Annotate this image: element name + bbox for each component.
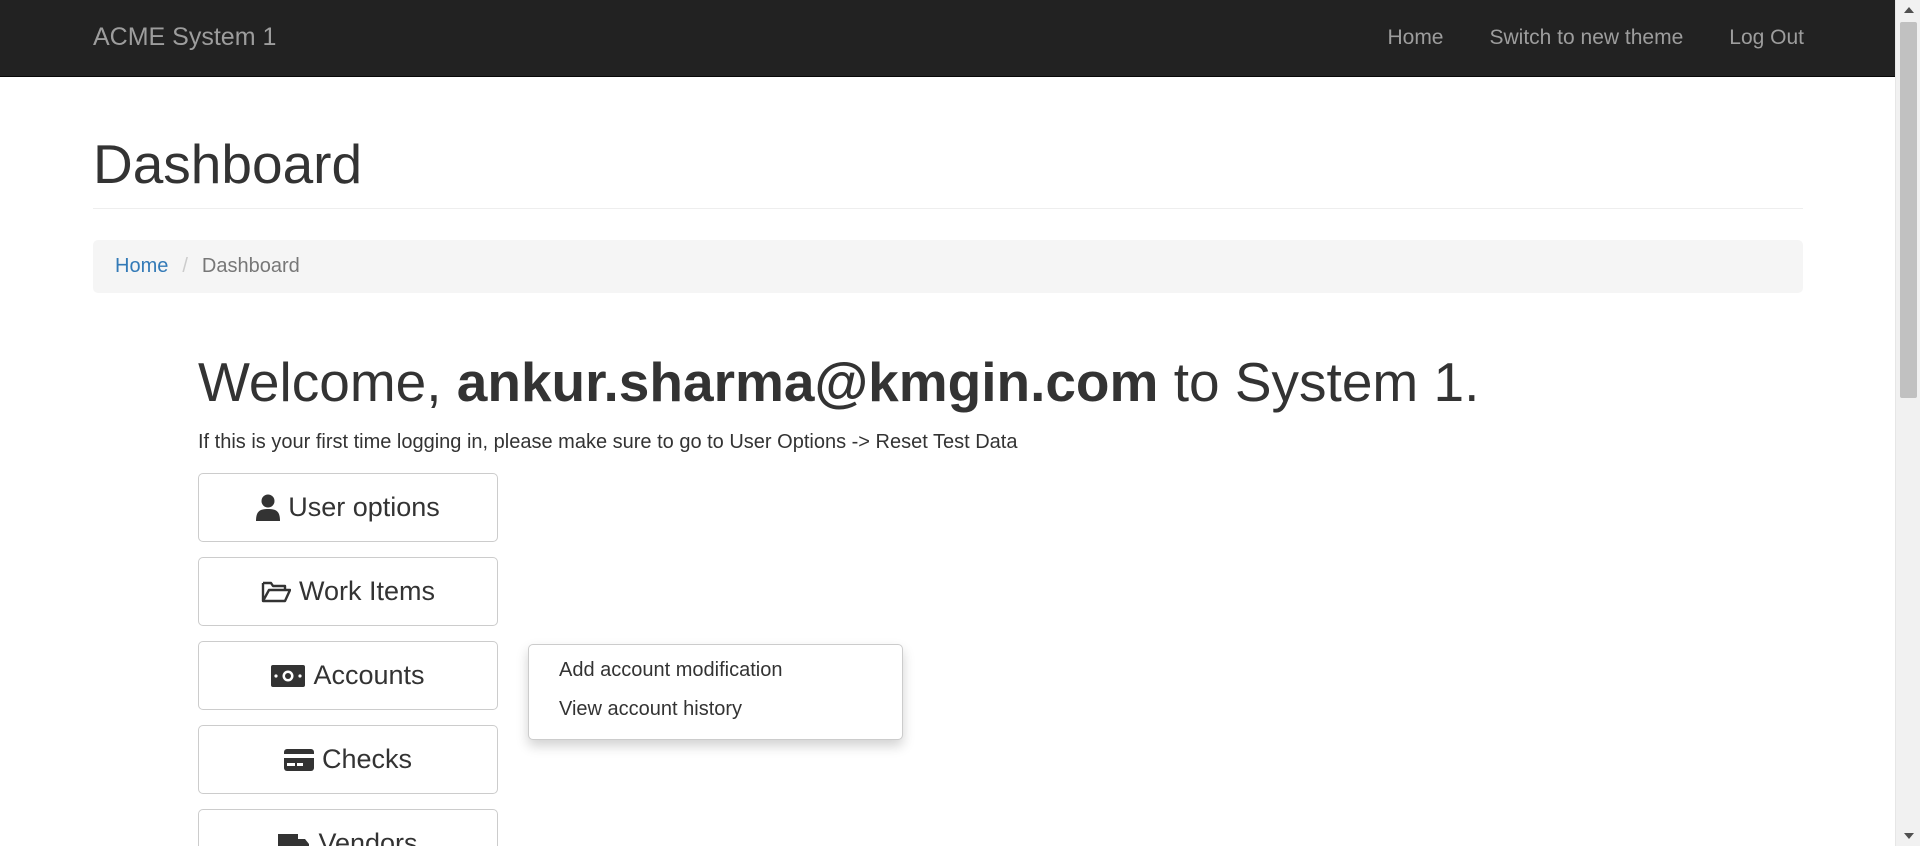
- scrollbar-thumb[interactable]: [1900, 22, 1917, 398]
- nav-switch-theme-link[interactable]: Switch to new theme: [1490, 26, 1684, 50]
- nav-logout-link[interactable]: Log Out: [1729, 26, 1804, 50]
- welcome-user: ankur.sharma@kmgin.com: [456, 351, 1159, 413]
- truck-icon: [278, 832, 310, 846]
- nav-home-link[interactable]: Home: [1387, 26, 1443, 50]
- brand-link[interactable]: ACME System 1: [93, 23, 276, 52]
- page-title: Dashboard: [93, 133, 363, 195]
- vertical-scrollbar[interactable]: [1895, 0, 1920, 846]
- accounts-label: Accounts: [313, 660, 425, 690]
- top-navbar: ACME System 1 Home Switch to new theme L…: [0, 0, 1895, 77]
- user-options-label: User options: [288, 492, 440, 522]
- accounts-dropdown-menu: Add account modification View account hi…: [528, 644, 903, 740]
- money-icon: [271, 664, 306, 687]
- checks-button[interactable]: Checks: [198, 725, 498, 794]
- add-account-modification-item[interactable]: Add account modification: [529, 651, 902, 690]
- welcome-suffix: to System 1.: [1158, 351, 1480, 413]
- view-account-history-item[interactable]: View account history: [529, 690, 902, 729]
- vendors-button[interactable]: Vendors: [198, 809, 498, 846]
- breadcrumb-current: Dashboard: [201, 255, 300, 277]
- vendors-label: Vendors: [318, 828, 418, 846]
- welcome-prefix: Welcome,: [198, 351, 457, 413]
- scroll-up-arrow-icon[interactable]: [1896, 0, 1920, 20]
- breadcrumb: Home / Dashboard: [93, 240, 1803, 293]
- folder-open-icon: [261, 580, 291, 604]
- nav-links: Home Switch to new theme Log Out: [1341, 26, 1804, 50]
- accounts-button[interactable]: Accounts: [198, 641, 498, 710]
- work-items-label: Work Items: [298, 576, 435, 606]
- scroll-down-arrow-icon[interactable]: [1896, 826, 1920, 846]
- credit-card-icon: [283, 748, 314, 771]
- work-items-button[interactable]: Work Items: [198, 557, 498, 626]
- welcome-heading: Welcome, ankur.sharma@kmgin.com to Syste…: [198, 350, 1479, 414]
- breadcrumb-separator: /: [182, 255, 188, 277]
- first-login-hint: If this is your first time logging in, p…: [198, 431, 1018, 453]
- checks-label: Checks: [321, 744, 413, 774]
- breadcrumb-home-link[interactable]: Home: [115, 255, 168, 278]
- user-options-button[interactable]: User options: [198, 473, 498, 542]
- page-header: Dashboard: [93, 132, 1803, 209]
- user-icon: [256, 494, 281, 521]
